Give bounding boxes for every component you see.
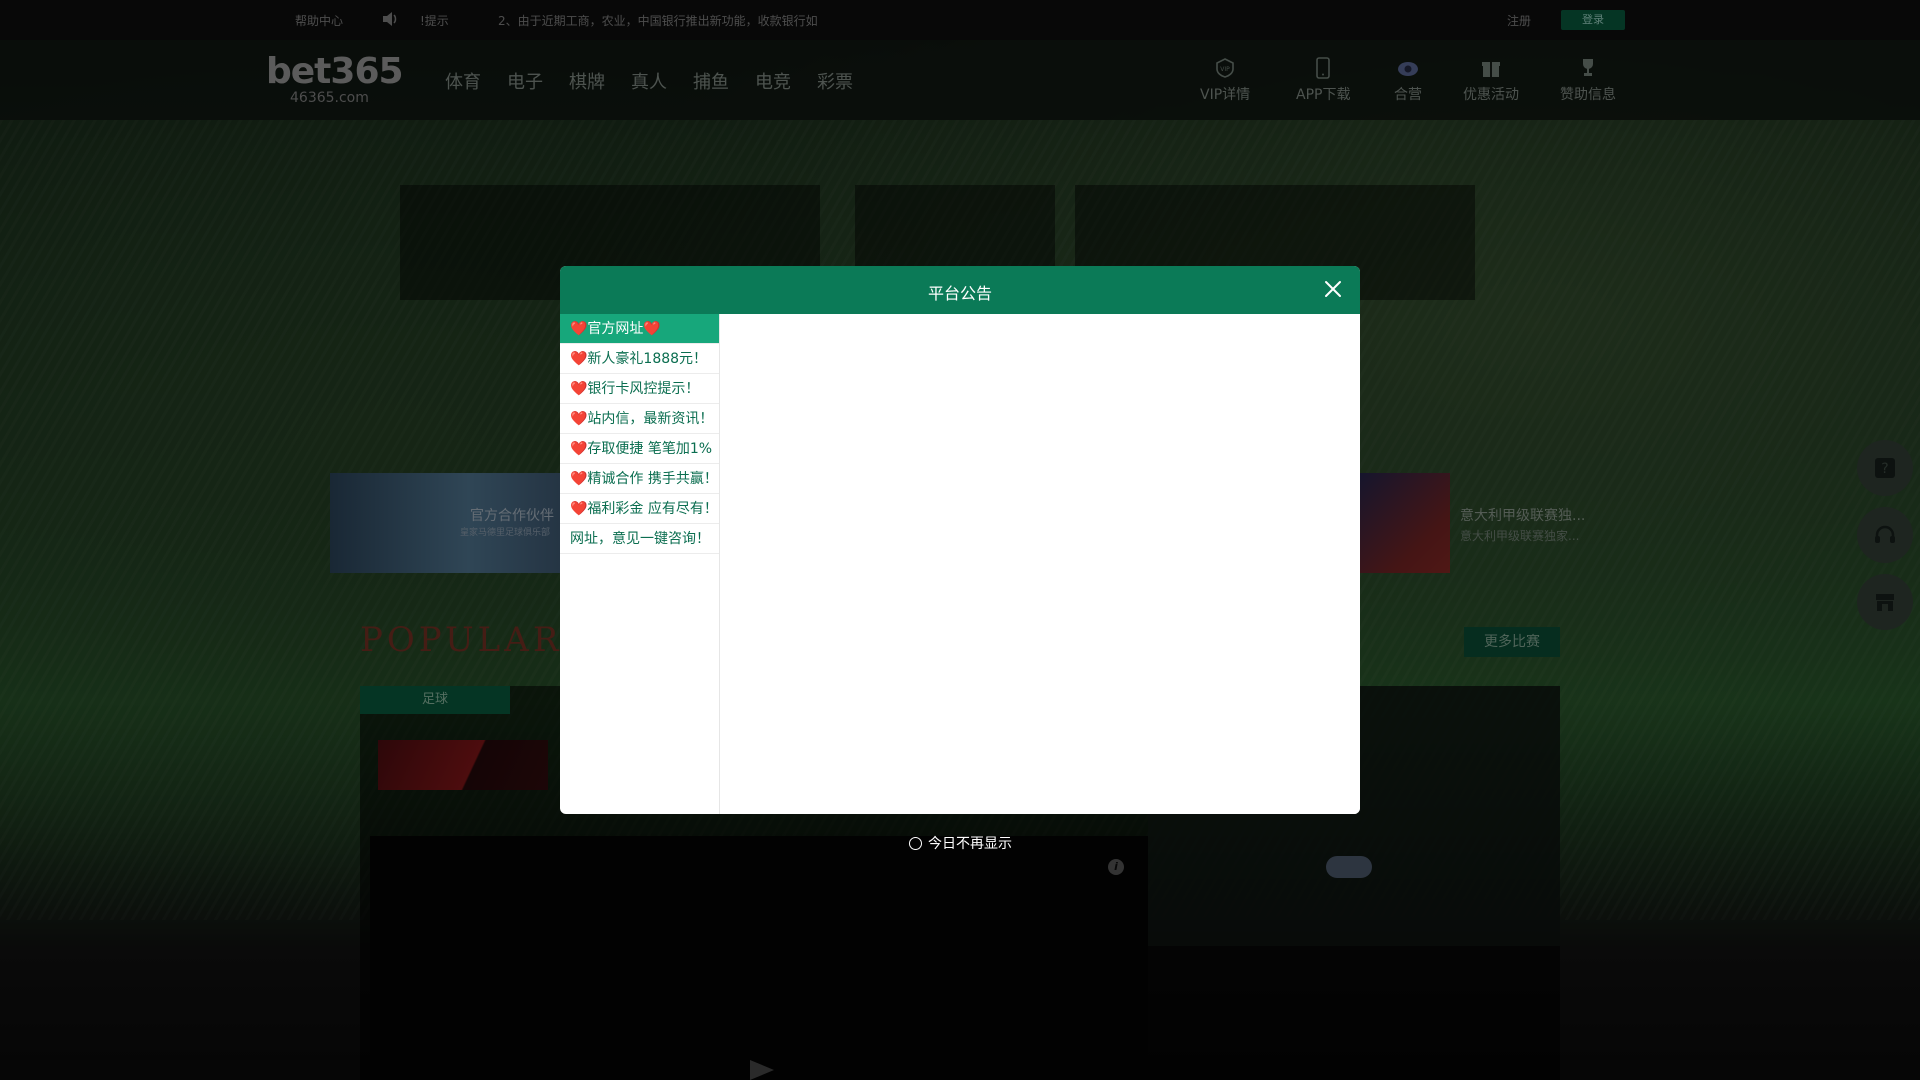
announcement-item-lottery-bonus[interactable]: ❤️福利彩金 应有尽有！: [560, 494, 719, 524]
announcement-content: [721, 314, 1360, 814]
announcement-item-bank-risk[interactable]: ❤️银行卡风控提示！: [560, 374, 719, 404]
announcement-item-inbox[interactable]: ❤️站内信，最新资讯！: [560, 404, 719, 434]
modal-header: 平台公告: [560, 266, 1360, 314]
dont-show-today-toggle[interactable]: 今日不再显示: [909, 833, 1012, 853]
announcement-item-deposit-bonus[interactable]: ❤️存取便捷 笔笔加1%: [560, 434, 719, 464]
announcement-item-new-user-gift[interactable]: ❤️新人豪礼1888元！: [560, 344, 719, 374]
announcement-item-consult[interactable]: 网址，意见一键咨询！: [560, 524, 719, 554]
modal-title: 平台公告: [927, 284, 992, 303]
dont-show-today-label: 今日不再显示: [928, 836, 1012, 852]
announcement-item-partnership[interactable]: ❤️精诚合作 携手共赢！: [560, 464, 719, 494]
announcement-item-official-site[interactable]: ❤️官方网址❤️: [560, 314, 719, 344]
announcement-modal: 平台公告 ❤️官方网址❤️ ❤️新人豪礼1888元！ ❤️银行卡风控提示！ ❤️…: [560, 266, 1360, 814]
close-icon[interactable]: [1322, 278, 1344, 300]
announcement-list: ❤️官方网址❤️ ❤️新人豪礼1888元！ ❤️银行卡风控提示！ ❤️站内信，最…: [560, 314, 720, 814]
radio-circle-icon[interactable]: [909, 836, 922, 850]
